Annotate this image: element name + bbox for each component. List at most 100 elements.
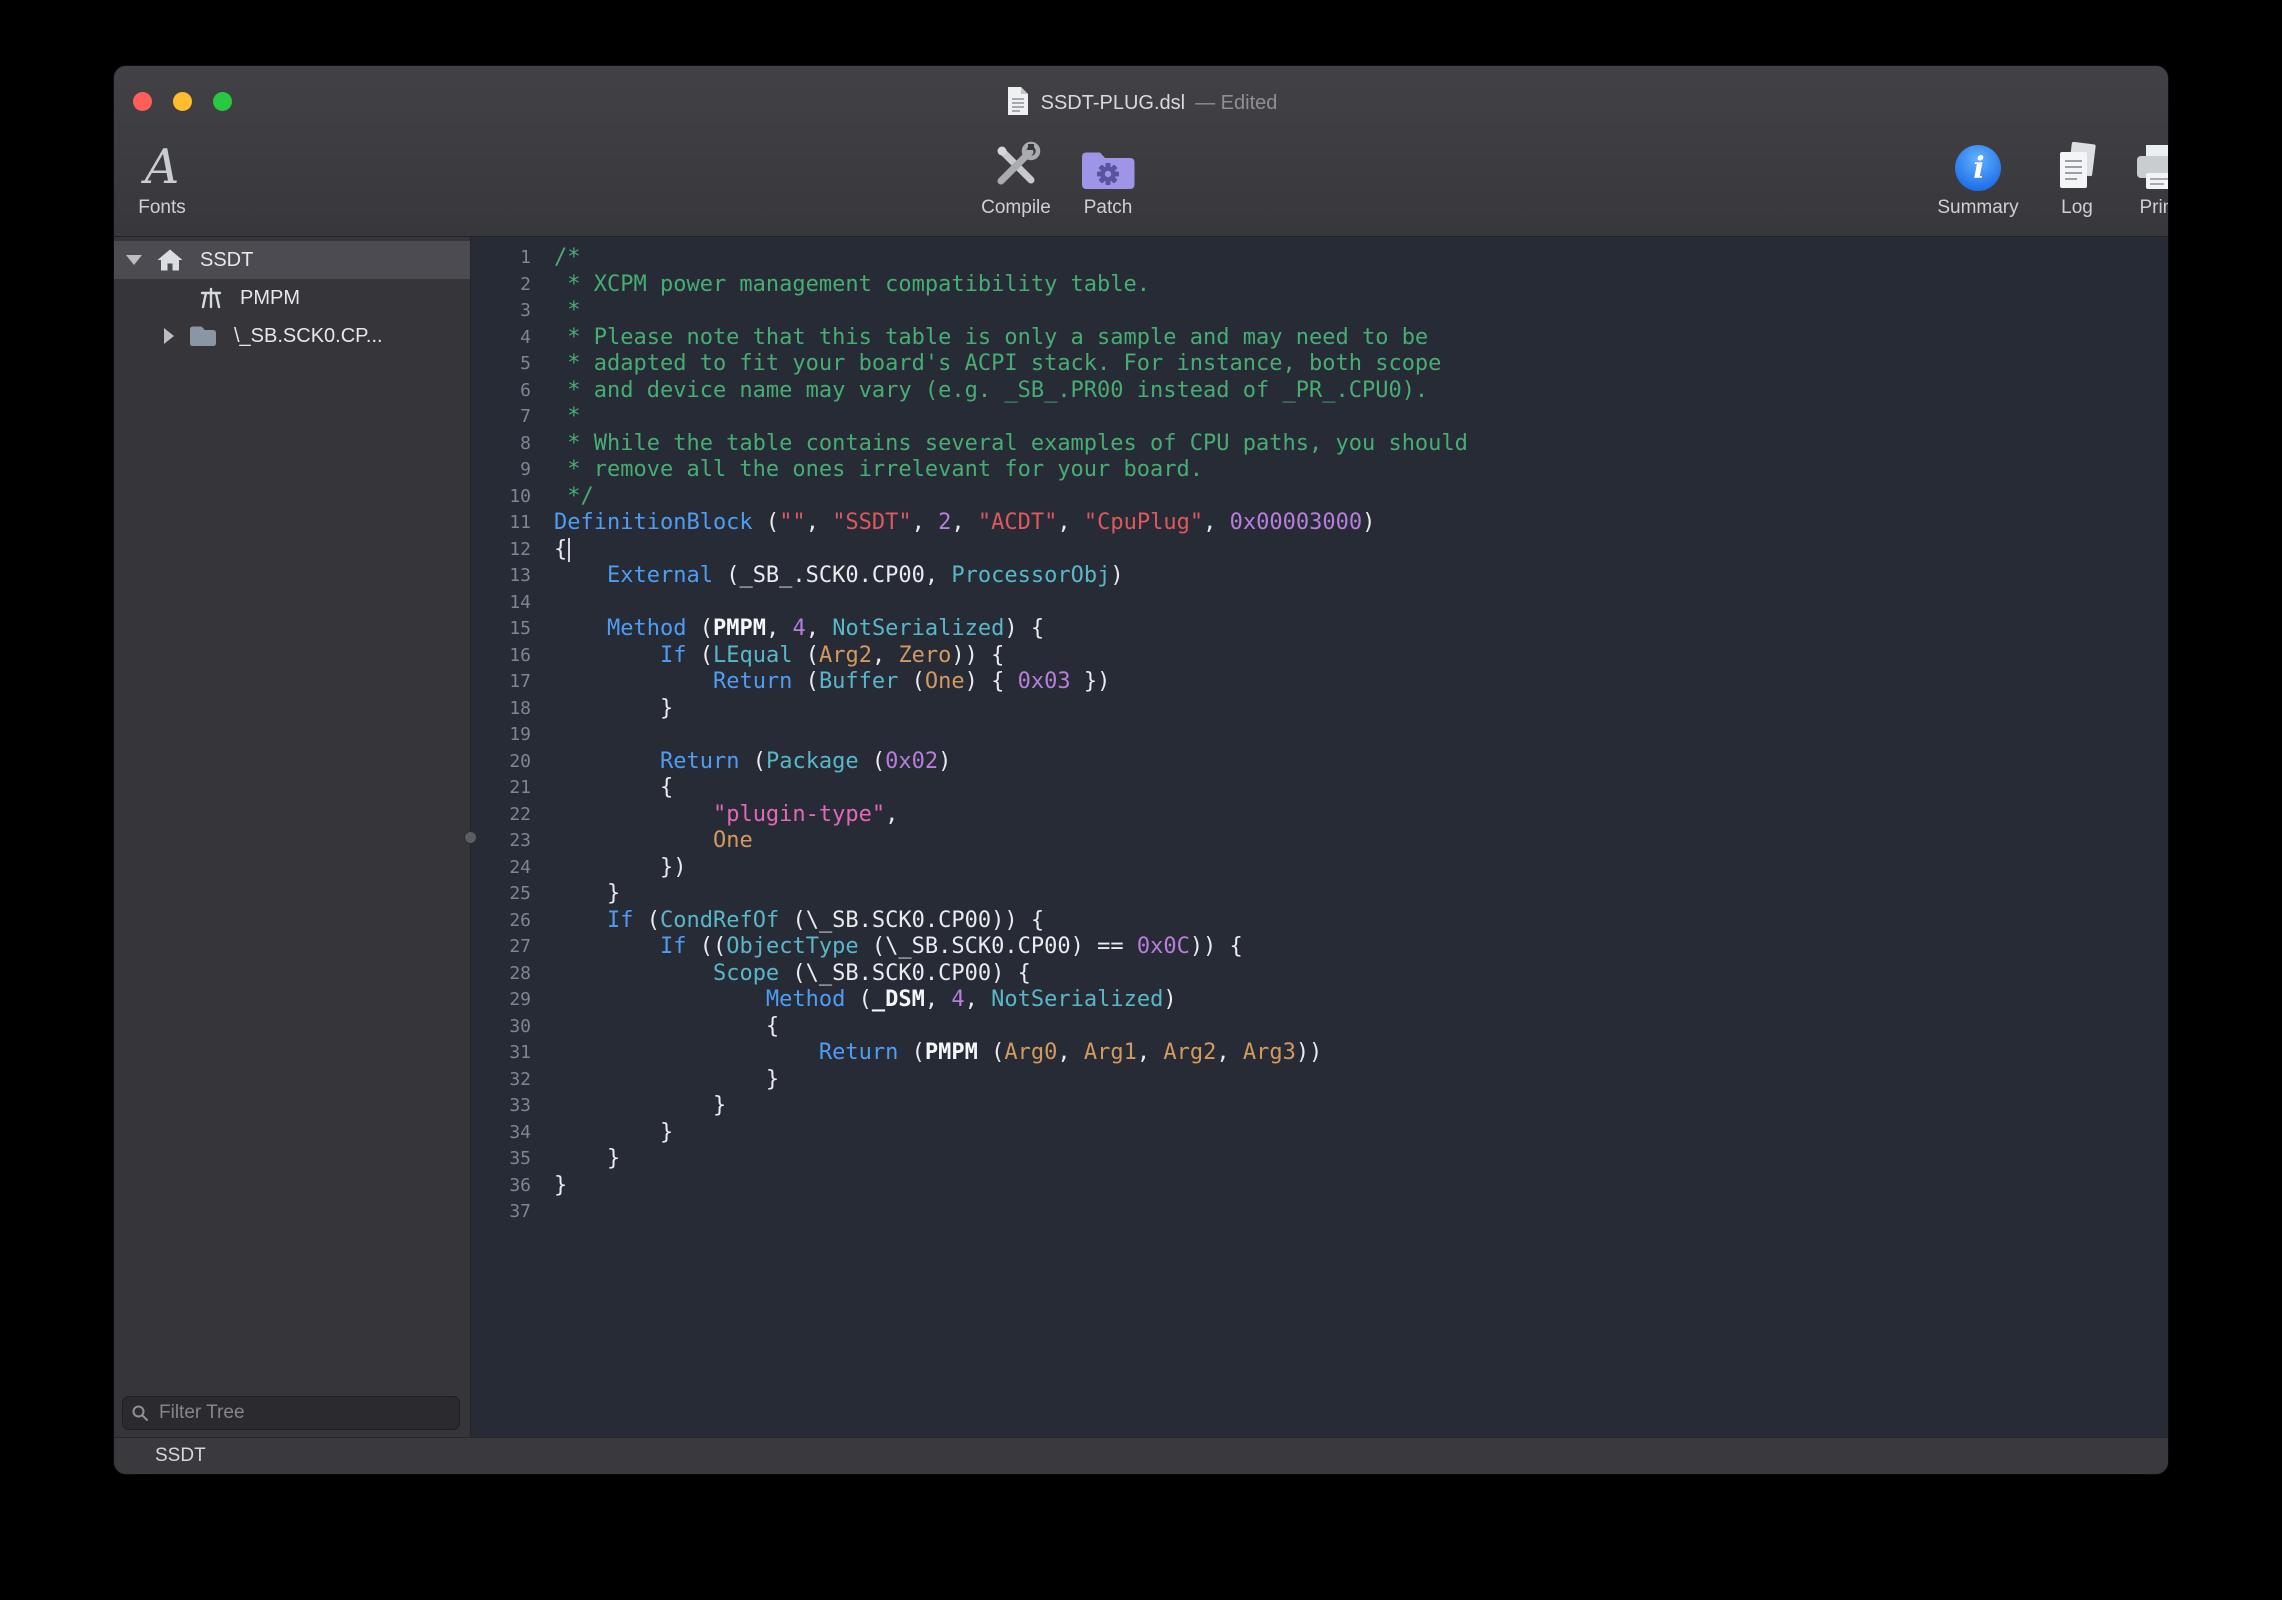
code-line[interactable]: * adapted to fit your board's ACPI stack… — [554, 351, 1468, 378]
code-line[interactable]: * and device name may vary (e.g. _SB_.PR… — [554, 378, 1468, 405]
code-line[interactable]: */ — [554, 484, 1468, 511]
line-number: 36 — [471, 1173, 531, 1200]
line-number: 32 — [471, 1067, 531, 1094]
svg-text:i: i — [1973, 151, 1984, 186]
code-line[interactable]: } — [554, 1120, 1468, 1147]
code-line[interactable]: If (LEqual (Arg2, Zero)) { — [554, 643, 1468, 670]
code-line[interactable]: } — [554, 696, 1468, 723]
line-number: 34 — [471, 1120, 531, 1147]
window-edited-suffix: — Edited — [1195, 92, 1277, 115]
code-line[interactable]: * Please note that this table is only a … — [554, 325, 1468, 352]
code-area[interactable]: /* * XCPM power management compatibility… — [554, 245, 1468, 1437]
code-line[interactable]: * — [554, 404, 1468, 431]
line-number: 24 — [471, 855, 531, 882]
home-icon — [156, 247, 184, 273]
line-number: 28 — [471, 961, 531, 988]
code-line[interactable]: } — [554, 881, 1468, 908]
line-number: 6 — [471, 378, 531, 405]
filter-tree-input[interactable] — [157, 1401, 451, 1425]
traffic-lights — [133, 92, 232, 111]
line-number: 23 — [471, 828, 531, 855]
code-line[interactable]: DefinitionBlock ("", "SSDT", 2, "ACDT", … — [554, 510, 1468, 537]
status-bar: SSDT — [114, 1437, 2168, 1474]
line-number: 8 — [471, 431, 531, 458]
sidebar-item-label: \_SB.SCK0.CP... — [234, 325, 383, 348]
code-line[interactable]: External (_SB_.SCK0.CP00, ProcessorObj) — [554, 563, 1468, 590]
line-number: 33 — [471, 1093, 531, 1120]
code-line[interactable]: }) — [554, 855, 1468, 882]
code-line[interactable]: { — [554, 537, 1468, 564]
search-icon — [131, 1404, 149, 1422]
toolbar: A Fonts — [114, 128, 2168, 236]
disclosure-closed-icon[interactable] — [164, 328, 174, 344]
code-line[interactable]: Return (PMPM (Arg0, Arg1, Arg2, Arg3)) — [554, 1040, 1468, 1067]
document-proxy-icon[interactable] — [1005, 85, 1031, 122]
code-line[interactable]: } — [554, 1146, 1468, 1173]
code-line[interactable]: If (CondRefOf (\_SB.SCK0.CP00)) { — [554, 908, 1468, 935]
info-circle-icon: i — [1952, 134, 2004, 194]
status-path: SSDT — [155, 1445, 206, 1467]
pane-splitter-handle[interactable] — [464, 831, 477, 844]
code-line[interactable]: Scope (\_SB.SCK0.CP00) { — [554, 961, 1468, 988]
line-number: 16 — [471, 643, 531, 670]
disclosure-open-icon[interactable] — [126, 255, 142, 265]
sidebar-item-pmpm[interactable]: PMPM — [114, 279, 470, 317]
line-number: 29 — [471, 987, 531, 1014]
acpi-tree: SSDT PMPM — [114, 237, 470, 355]
close-button[interactable] — [133, 92, 152, 111]
code-line[interactable]: Method (_DSM, 4, NotSerialized) — [554, 987, 1468, 1014]
code-line[interactable] — [554, 722, 1468, 749]
window-header: SSDT-PLUG.dsl — Edited A Fonts — [114, 66, 2168, 237]
line-number: 17 — [471, 669, 531, 696]
code-line[interactable]: Return (Package (0x02) — [554, 749, 1468, 776]
print-button[interactable]: Print — [2084, 134, 2168, 219]
patch-label: Patch — [1084, 197, 1133, 219]
code-line[interactable]: * — [554, 298, 1468, 325]
patch-button[interactable]: Patch — [1033, 134, 1183, 219]
minimize-button[interactable] — [173, 92, 192, 111]
desktop: SSDT-PLUG.dsl — Edited A Fonts — [0, 0, 2282, 1600]
fonts-button[interactable]: A Fonts — [114, 134, 237, 219]
line-number: 12 — [471, 537, 531, 564]
line-number: 13 — [471, 563, 531, 590]
code-line[interactable]: * remove all the ones irrelevant for you… — [554, 457, 1468, 484]
patch-folder-icon — [1079, 134, 1137, 194]
line-number: 30 — [471, 1014, 531, 1041]
sidebar-item-ssdt[interactable]: SSDT — [114, 241, 470, 279]
print-label: Print — [2139, 197, 2168, 219]
printer-icon — [2131, 134, 2168, 194]
line-number: 19 — [471, 722, 531, 749]
line-number: 4 — [471, 325, 531, 352]
code-line[interactable]: Return (Buffer (One) { 0x03 }) — [554, 669, 1468, 696]
fonts-label: Fonts — [138, 197, 186, 219]
sidebar: SSDT PMPM — [114, 237, 471, 1437]
title-bar[interactable]: SSDT-PLUG.dsl — Edited — [114, 66, 2168, 128]
code-line[interactable]: One — [554, 828, 1468, 855]
sidebar-item-sb-sck0[interactable]: \_SB.SCK0.CP... — [114, 317, 470, 355]
zoom-button[interactable] — [213, 92, 232, 111]
code-editor[interactable]: 1234567891011121314151617181920212223242… — [471, 237, 2168, 1437]
code-line[interactable]: } — [554, 1093, 1468, 1120]
code-line[interactable]: /* — [554, 245, 1468, 272]
line-number: 21 — [471, 775, 531, 802]
title-group: SSDT-PLUG.dsl — Edited — [1005, 85, 1278, 122]
code-line[interactable]: "plugin-type", — [554, 802, 1468, 829]
line-number: 11 — [471, 510, 531, 537]
code-line[interactable]: { — [554, 775, 1468, 802]
code-line[interactable]: { — [554, 1014, 1468, 1041]
line-number: 1 — [471, 245, 531, 272]
code-line[interactable] — [554, 590, 1468, 617]
code-line[interactable]: } — [554, 1173, 1468, 1200]
line-number: 26 — [471, 908, 531, 935]
code-line[interactable]: * While the table contains several examp… — [554, 431, 1468, 458]
line-number: 14 — [471, 590, 531, 617]
code-line[interactable] — [554, 1199, 1468, 1226]
code-line[interactable]: Method (PMPM, 4, NotSerialized) { — [554, 616, 1468, 643]
line-number: 25 — [471, 881, 531, 908]
code-line[interactable]: * XCPM power management compatibility ta… — [554, 272, 1468, 299]
line-number: 18 — [471, 696, 531, 723]
line-number: 15 — [471, 616, 531, 643]
code-line[interactable]: } — [554, 1067, 1468, 1094]
code-line[interactable]: If ((ObjectType (\_SB.SCK0.CP00) == 0x0C… — [554, 934, 1468, 961]
window-title: SSDT-PLUG.dsl — [1041, 92, 1185, 115]
